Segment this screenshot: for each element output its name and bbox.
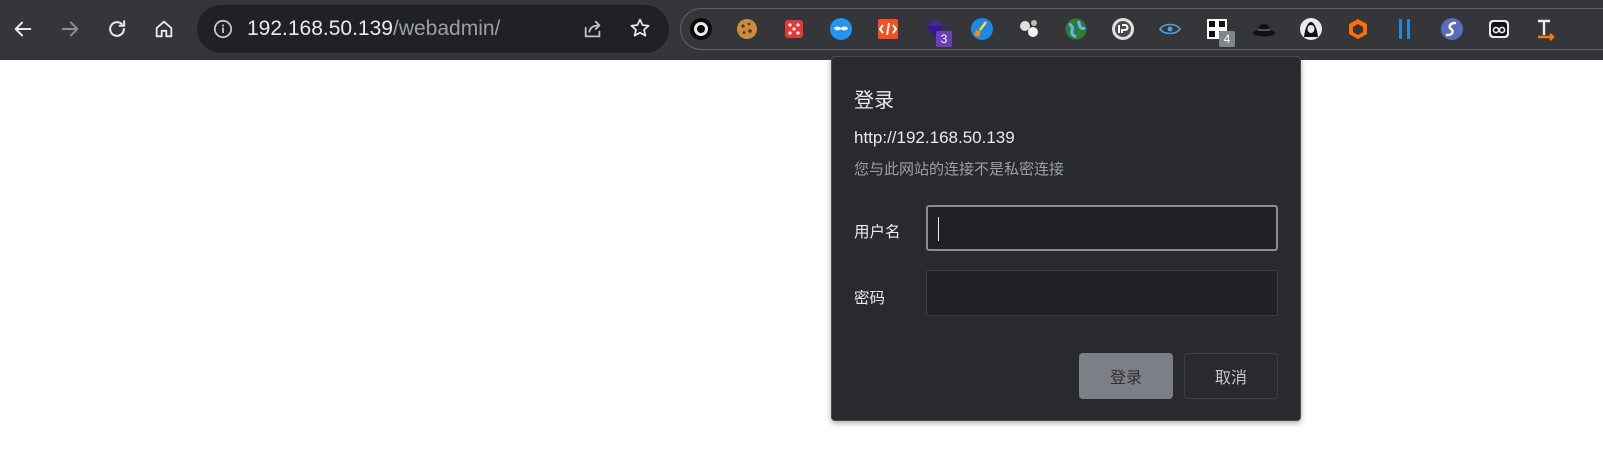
extension-badge-3: 3 bbox=[936, 31, 952, 47]
globe-extension-icon[interactable] bbox=[1064, 17, 1088, 41]
browser-toolbar: 192.168.50.139/webadmin/ 3 4 bbox=[0, 0, 1603, 60]
address-url[interactable]: 192.168.50.139/webadmin/ bbox=[247, 18, 500, 40]
username-label: 用户名 bbox=[854, 223, 901, 241]
http-auth-dialog: 登录 http://192.168.50.139 您与此网站的连接不是私密连接 … bbox=[831, 56, 1301, 421]
dialog-title: 登录 bbox=[854, 88, 894, 112]
reload-icon bbox=[109, 20, 126, 37]
bars-extension-icon[interactable] bbox=[1393, 17, 1417, 41]
tool-extension-icon[interactable] bbox=[1534, 17, 1558, 41]
reload-button[interactable] bbox=[98, 10, 136, 48]
hat-extension-icon[interactable] bbox=[1252, 17, 1276, 41]
ip-extension-icon[interactable] bbox=[1111, 17, 1135, 41]
share-icon[interactable] bbox=[582, 18, 604, 40]
address-bar[interactable]: 192.168.50.139/webadmin/ bbox=[197, 5, 669, 53]
goggles-extension-icon[interactable] bbox=[1487, 17, 1511, 41]
dialog-warning: 您与此网站的连接不是私密连接 bbox=[854, 160, 1065, 178]
forward-button[interactable] bbox=[51, 10, 89, 48]
fox-extension-icon[interactable] bbox=[1346, 17, 1370, 41]
broom-extension-icon[interactable] bbox=[970, 17, 994, 41]
extension-1-icon[interactable] bbox=[689, 17, 713, 41]
url-host: 192.168.50.139 bbox=[247, 17, 393, 40]
arrow-right-icon bbox=[61, 21, 79, 37]
home-icon bbox=[155, 20, 173, 38]
code-extension-icon[interactable] bbox=[876, 17, 900, 41]
username-input[interactable] bbox=[926, 205, 1278, 251]
dice-extension-icon[interactable] bbox=[782, 17, 806, 41]
mask-extension-icon[interactable] bbox=[829, 17, 853, 41]
arrow-left-icon bbox=[14, 21, 32, 37]
eye-extension-icon[interactable] bbox=[1158, 17, 1182, 41]
cookie-extension-icon[interactable] bbox=[735, 17, 759, 41]
hacker-extension-icon[interactable] bbox=[1299, 17, 1323, 41]
info-icon[interactable] bbox=[213, 19, 233, 39]
swirl-extension-icon[interactable] bbox=[1440, 17, 1464, 41]
bookmark-star-icon[interactable] bbox=[629, 17, 651, 39]
dialog-origin: http://192.168.50.139 bbox=[854, 128, 1015, 147]
extensions-bar bbox=[680, 8, 1603, 50]
password-input[interactable] bbox=[926, 270, 1278, 316]
url-path: /webadmin/ bbox=[392, 17, 501, 40]
password-label: 密码 bbox=[854, 289, 886, 307]
login-button[interactable]: 登录 bbox=[1079, 353, 1173, 399]
back-button[interactable] bbox=[4, 10, 42, 48]
text-caret bbox=[938, 217, 939, 241]
extension-badge-4: 4 bbox=[1219, 31, 1235, 47]
bubbles-extension-icon[interactable] bbox=[1017, 17, 1041, 41]
cancel-button[interactable]: 取消 bbox=[1184, 353, 1278, 399]
home-button[interactable] bbox=[145, 10, 183, 48]
